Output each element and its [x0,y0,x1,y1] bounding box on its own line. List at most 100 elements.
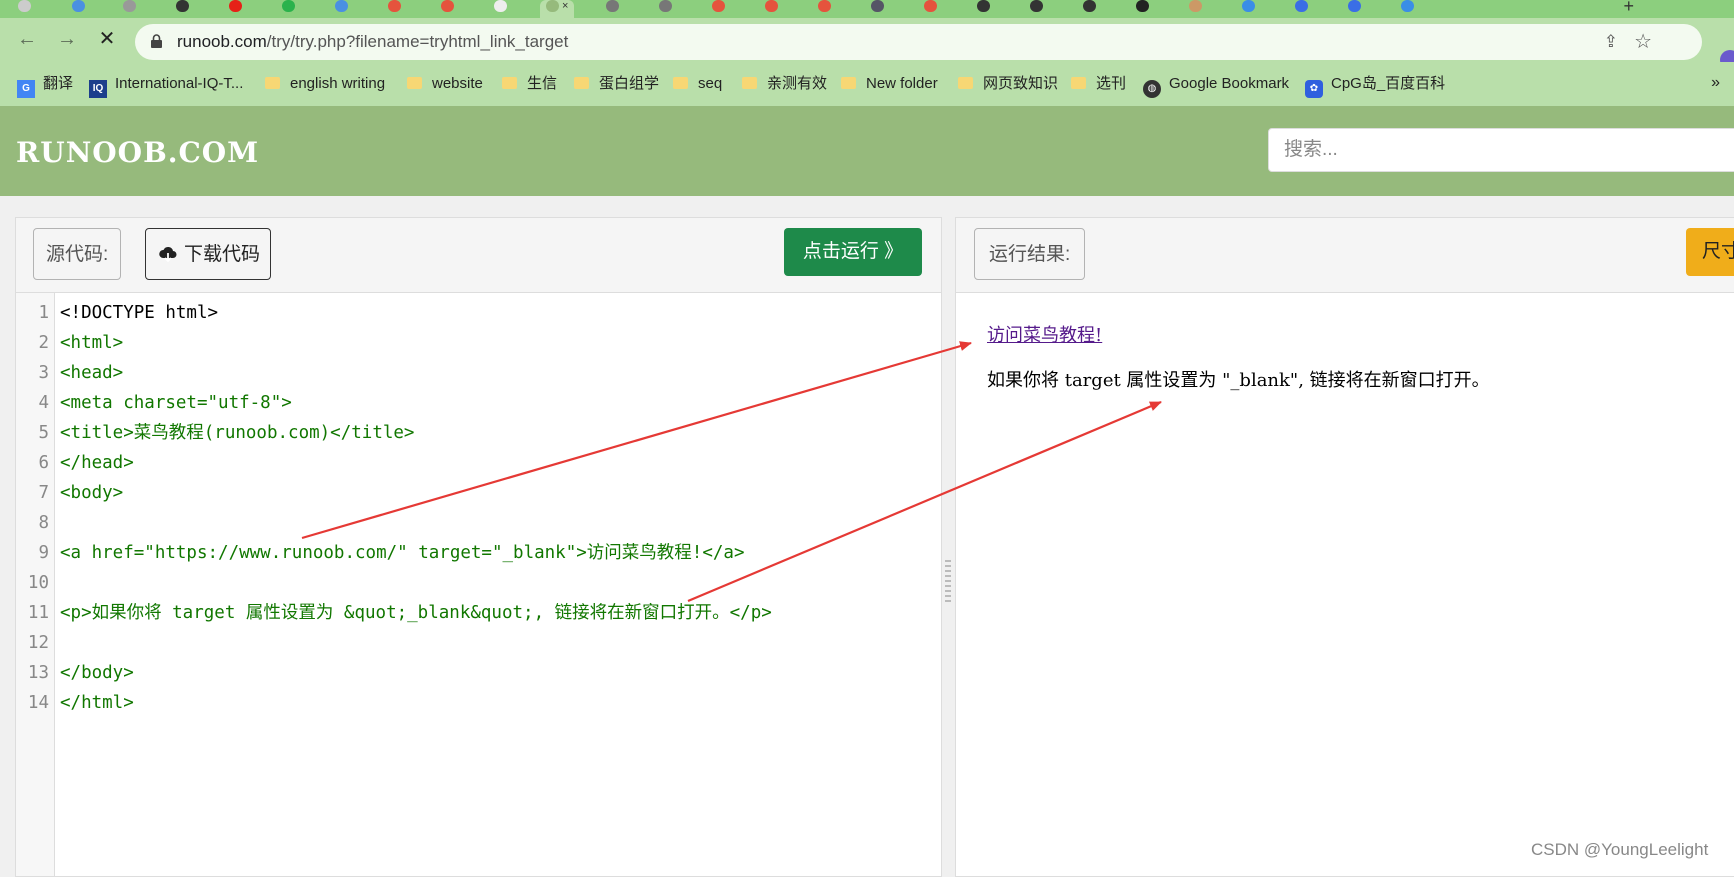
browser-tab[interactable] [335,0,351,18]
bookmark-item[interactable]: 生信 [502,74,557,94]
browser-tab[interactable] [1189,0,1205,18]
tab-favicon-icon [977,0,990,12]
result-panel-header: 运行结果: 尺寸 [956,218,1734,293]
browser-tab[interactable] [1242,0,1258,18]
code-line: 9 <a href="https://www.runoob.com/" targe… [16,538,941,568]
stop-loading-icon[interactable]: ✕ [93,26,121,54]
browser-tab[interactable] [1348,0,1364,18]
bookmark-item[interactable]: 选刊 [1071,74,1126,94]
code-line: 3 <head> [16,358,941,388]
line-number: 5 [38,423,49,443]
bookmark-item[interactable]: G 翻译 [17,74,73,98]
browser-tab[interactable] [282,0,298,18]
code-line: 4 <meta charset="utf-8"> [16,388,941,418]
tab-favicon-icon [1030,0,1043,12]
folder-icon [1071,77,1086,89]
browser-tab[interactable] [606,0,622,18]
browser-tab[interactable] [1083,0,1099,18]
browser-tab[interactable] [123,0,139,18]
browser-tab[interactable] [977,0,993,18]
browser-tab[interactable] [1136,0,1152,18]
browser-tab[interactable] [441,0,457,18]
code-line: 6 </head> [16,448,941,478]
bookmark-label: 选刊 [1096,75,1127,92]
runoob-favicon-icon [546,0,559,12]
csdn-watermark: CSDN @YoungLeelight [1531,840,1709,859]
code-line-text: <title>菜鸟教程(runoob.com)</title> [60,423,415,443]
bookmark-label: english writing [290,75,386,92]
bookmark-item[interactable]: 网页致知识 [958,74,1058,94]
bookmark-item[interactable]: IQ International-IQ-T... [89,74,243,98]
browser-tab[interactable] [924,0,940,18]
share-icon[interactable]: ⇪ [1604,32,1618,52]
browser-tab[interactable] [765,0,781,18]
result-paragraph: 如果你将 target 属性设置为 "_blank", 链接将在新窗口打开。 [987,370,1490,391]
bookmark-label: CpG岛_百度百科 [1331,75,1446,92]
code-line: 10 [16,568,941,598]
bookmark-item[interactable]: ✿ CpG岛_百度百科 [1305,74,1446,98]
browser-tab[interactable] [712,0,728,18]
tab-favicon-icon [335,0,348,12]
code-line: 14 </html> [16,688,941,718]
browser-tab[interactable] [871,0,887,18]
line-number: 7 [38,483,49,503]
code-line: 13 </body> [16,658,941,688]
browser-tab[interactable] [1401,0,1417,18]
browser-tab[interactable] [229,0,245,18]
bookmark-item[interactable]: 蛋白组学 [574,74,659,94]
tab-favicon-icon [1136,0,1149,12]
search-input[interactable] [1268,128,1734,172]
size-button[interactable]: 尺寸 [1686,228,1734,276]
browser-tab[interactable] [388,0,404,18]
bookmark-star-icon[interactable]: ☆ [1634,29,1652,54]
download-code-button[interactable]: 下载代码 [145,228,272,280]
site-logo[interactable]: RUNOOB.COM [16,136,259,169]
tab-favicon-icon [712,0,725,12]
tab-favicon-icon [1242,0,1255,12]
panel-resize-handle[interactable] [945,560,951,602]
bookmark-item[interactable]: ◍ Google Bookmark [1143,74,1290,98]
back-arrow-icon[interactable]: ← [13,26,41,54]
bookmarks-overflow-icon[interactable]: » [1711,74,1720,92]
browser-tab[interactable] [494,0,510,18]
url-host: runoob.com [177,32,267,51]
browser-tab[interactable] [659,0,675,18]
bookmark-item[interactable]: 亲测有效 [742,74,827,94]
forward-arrow-icon[interactable]: → [53,26,81,54]
address-bar[interactable]: runoob.com/try/try.php?filename=tryhtml_… [135,24,1702,60]
bookmark-item[interactable]: seq [673,74,722,94]
code-line-text: <html> [60,333,124,353]
bookmark-label: 网页致知识 [983,75,1059,92]
browser-tab[interactable] [1030,0,1046,18]
code-line-text: </head> [60,453,134,473]
code-editor[interactable]: 1 <!DOCTYPE html> 2 <html> 3 <head> 4 <meta … [16,298,941,718]
bookmark-item[interactable]: english writing [265,74,385,94]
bookmark-label: New folder [866,75,938,92]
bookmark-item[interactable]: New folder [841,74,938,94]
line-number: 9 [38,543,49,563]
line-number: 10 [27,573,49,593]
active-tab-close[interactable]: × [562,0,568,12]
run-code-button[interactable]: 点击运行 》 [784,228,922,276]
folder-icon [574,77,589,89]
browser-tab[interactable] [72,0,88,18]
line-number: 1 [38,303,49,323]
bookmark-label: 蛋白组学 [599,75,660,92]
bookmark-label: Google Bookmark [1169,75,1290,92]
browser-tab[interactable] [1295,0,1311,18]
code-line-text: </html> [60,693,134,713]
result-label: 运行结果: [974,228,1086,280]
browser-tab[interactable] [176,0,192,18]
bookmark-label: 亲测有效 [767,75,828,92]
browser-tab-active[interactable]: × [540,0,575,18]
baidu-icon: ✿ [1305,80,1323,98]
folder-icon [407,77,422,89]
url-text[interactable]: runoob.com/try/try.php?filename=tryhtml_… [177,24,568,60]
result-link[interactable]: 访问菜鸟教程! [987,321,1102,347]
new-tab-icon[interactable]: + [1623,0,1634,17]
tab-favicon-icon [1348,0,1361,12]
browser-tab[interactable] [18,0,34,18]
browser-tab[interactable] [818,0,834,18]
code-line: 12 [16,628,941,658]
bookmark-item[interactable]: website [407,74,483,94]
